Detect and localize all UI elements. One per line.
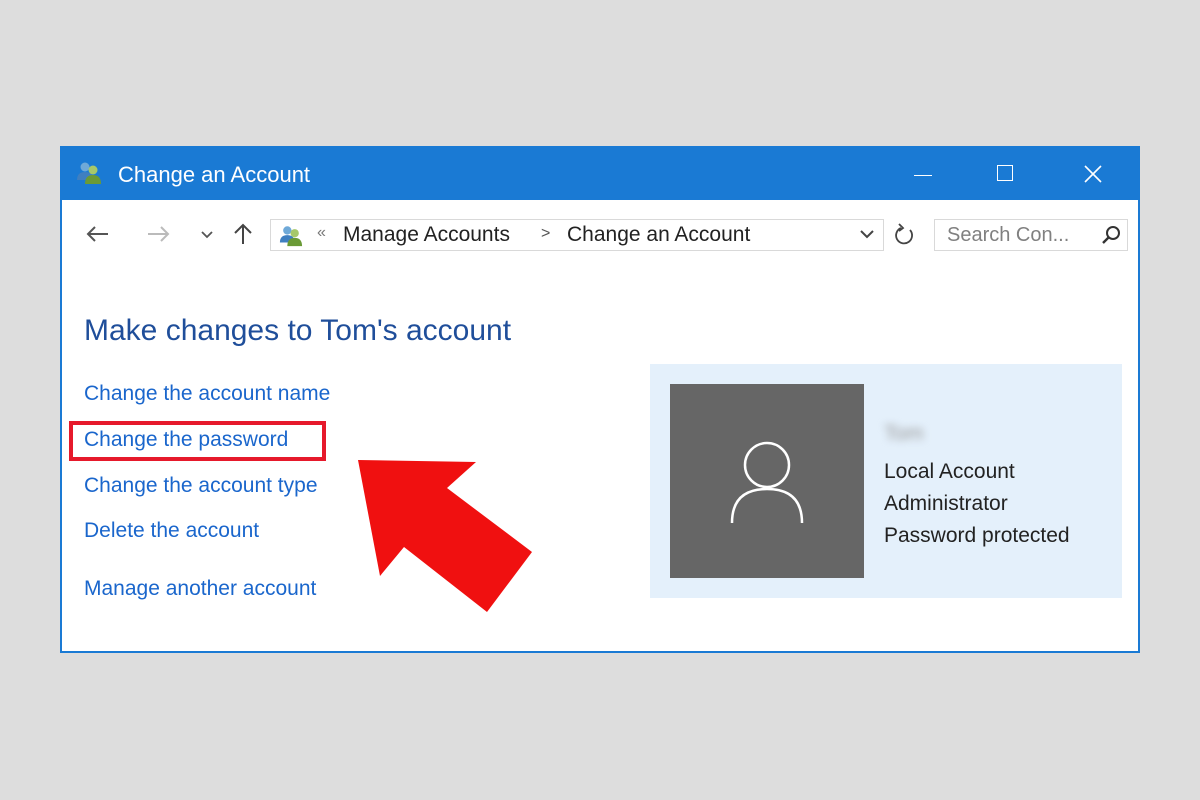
highlight-box xyxy=(69,421,326,461)
back-button[interactable] xyxy=(84,224,110,249)
refresh-button[interactable] xyxy=(888,219,920,251)
window-title: Change an Account xyxy=(118,162,311,187)
search-icon xyxy=(1101,225,1121,250)
account-protection: Password protected xyxy=(884,524,1070,547)
overflow-separator[interactable]: « xyxy=(317,224,326,242)
delete-account-link[interactable]: Delete the account xyxy=(84,519,259,543)
title-bar: Change an Account xyxy=(62,148,1138,200)
chevron-down-icon xyxy=(860,230,874,239)
search-placeholder: Search Con... xyxy=(947,224,1070,246)
page-heading: Make changes to Tom's account xyxy=(84,314,512,347)
users-icon xyxy=(279,224,303,253)
refresh-icon xyxy=(895,223,913,245)
up-arrow-icon xyxy=(234,223,252,244)
forward-arrow-icon xyxy=(148,226,170,242)
forward-button[interactable] xyxy=(146,224,172,249)
users-icon xyxy=(76,160,102,186)
maximize-button[interactable] xyxy=(970,148,1040,200)
account-name: Tom xyxy=(884,422,924,445)
search-box[interactable]: Search Con... xyxy=(934,219,1128,251)
recent-locations-button[interactable] xyxy=(200,228,214,246)
change-account-window: Change an Account « Manage Accounts > Ch… xyxy=(60,146,1140,653)
account-type: Local Account xyxy=(884,460,1015,483)
address-dropdown-button[interactable] xyxy=(859,226,875,247)
pointer-arrow xyxy=(358,460,532,612)
avatar xyxy=(670,384,864,578)
minimize-button[interactable] xyxy=(888,148,958,200)
chevron-down-icon xyxy=(201,231,213,239)
manage-another-account-link[interactable]: Manage another account xyxy=(84,577,316,601)
breadcrumb-change-account[interactable]: Change an Account xyxy=(567,223,750,247)
account-card: Tom Local Account Administrator Password… xyxy=(650,364,1122,598)
breadcrumb-manage-accounts[interactable]: Manage Accounts xyxy=(343,223,510,247)
address-bar[interactable]: « Manage Accounts > Change an Account xyxy=(270,219,884,251)
account-role: Administrator xyxy=(884,492,1008,515)
close-button[interactable] xyxy=(1058,148,1128,200)
change-account-type-link[interactable]: Change the account type xyxy=(84,474,318,498)
close-icon xyxy=(1084,165,1102,183)
back-arrow-icon xyxy=(86,226,108,242)
user-icon xyxy=(730,441,804,524)
change-account-name-link[interactable]: Change the account name xyxy=(84,382,330,406)
up-button[interactable] xyxy=(232,222,254,251)
breadcrumb-separator[interactable]: > xyxy=(541,225,550,243)
